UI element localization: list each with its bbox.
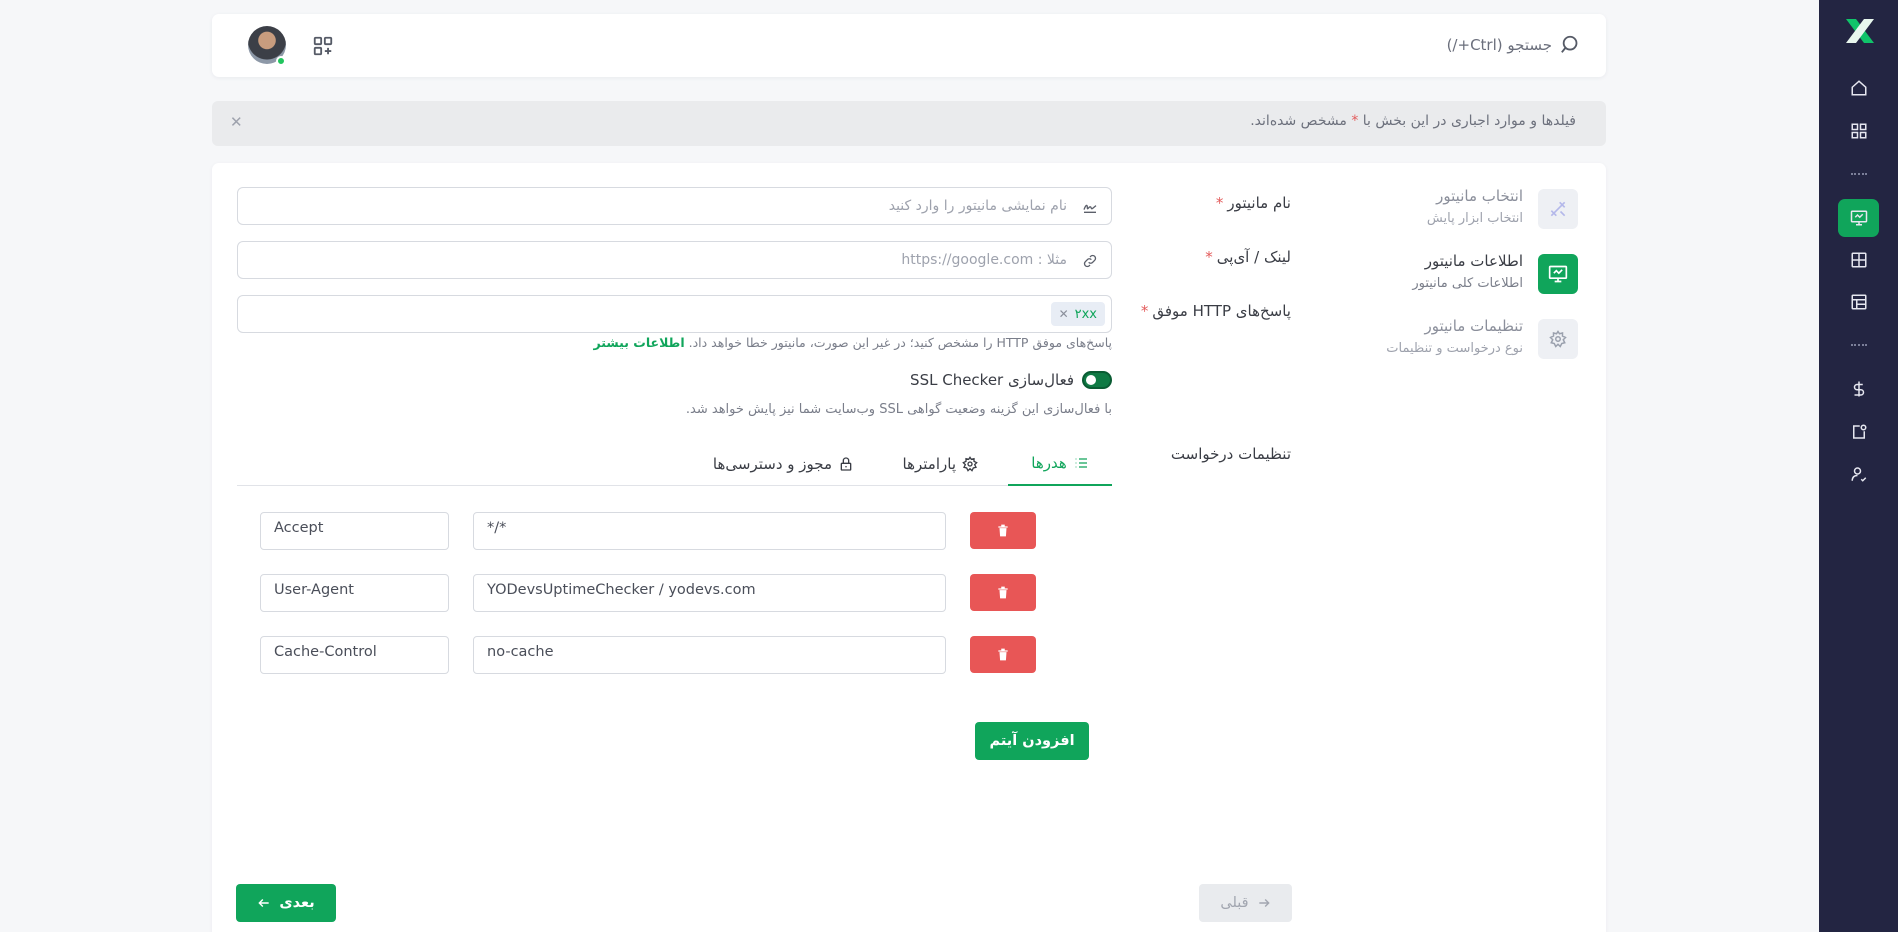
monitor-name-label: نام مانیتور*	[1215, 194, 1291, 212]
arrow-right-icon	[1258, 899, 1270, 907]
delete-header-button[interactable]	[970, 636, 1036, 673]
monitor-name-placeholder: نام نمایشی مانیتور را وارد کنید	[888, 198, 1067, 214]
http-success-label: پاسخ‌های HTTP موفق*	[1140, 302, 1291, 320]
apps-icon[interactable]	[1838, 112, 1879, 150]
signature-icon	[1081, 198, 1099, 216]
dollar-icon[interactable]	[1838, 370, 1879, 408]
delete-header-button[interactable]	[970, 512, 1036, 549]
monitor-icon	[1538, 254, 1578, 294]
ssl-checker-label: فعال‌سازی SSL Checker	[910, 371, 1074, 389]
http-help-text: پاسخ‌های موفق HTTP را مشخص کنید؛ در غیر …	[593, 335, 1112, 350]
monitor-name-field[interactable]: نام نمایشی مانیتور را وارد کنید	[237, 187, 1112, 225]
sidebar-divider	[1851, 344, 1867, 346]
more-info-link[interactable]: اطلاعات بیشتر	[594, 335, 685, 350]
step-select-monitor[interactable]: انتخاب مانیتور انتخاب ابزار پایش	[1318, 187, 1578, 235]
trash-icon	[998, 524, 1008, 537]
url-field[interactable]: مثلا : https://google.com	[237, 241, 1112, 279]
http-success-field[interactable]: ۲xx ✕	[237, 295, 1112, 333]
add-item-button[interactable]: افزودن آیتم	[975, 722, 1089, 760]
sidebar-divider	[1851, 173, 1867, 175]
list-icon	[1075, 457, 1087, 468]
home-icon[interactable]	[1838, 69, 1879, 107]
step-monitor-settings[interactable]: تنظیمات مانیتور نوع درخواست و تنظیمات	[1318, 317, 1578, 365]
logo-icon[interactable]	[1843, 16, 1877, 46]
step-monitor-info[interactable]: اطلاعات مانیتور اطلاعات کلی مانیتور	[1318, 252, 1578, 300]
header-value-input[interactable]: no-cache	[473, 636, 946, 674]
next-button[interactable]: بعدی	[236, 884, 336, 922]
arrow-left-icon	[258, 899, 270, 907]
trash-icon	[998, 586, 1008, 599]
ssl-help-text: با فعال‌سازی این گزینه وضعیت گواهی SSL و…	[685, 402, 1112, 417]
add-app-icon[interactable]	[310, 33, 336, 59]
request-tabs: هدرها پارامترها مجوز و دسترسی‌ها	[237, 441, 1112, 486]
chip-remove-icon[interactable]: ✕	[1059, 307, 1069, 321]
step-title: تنظیمات مانیتور	[1424, 317, 1524, 335]
url-label: لینک / آی‌پی*	[1205, 248, 1291, 266]
layout-icon[interactable]	[1838, 283, 1879, 321]
header-row: User-Agent YODevsUptimeChecker / yodevs.…	[260, 574, 1040, 612]
top-bar: جستجو (Ctrl+/)	[212, 14, 1606, 77]
previous-button[interactable]: قبلی	[1199, 884, 1292, 922]
user-check-icon[interactable]	[1838, 455, 1879, 493]
url-placeholder: مثلا : https://google.com	[901, 252, 1067, 268]
close-icon[interactable]: ✕	[230, 113, 243, 131]
required-fields-alert: فیلدها و موارد اجباری در این بخش با * مش…	[212, 101, 1606, 146]
tools-icon	[1538, 189, 1578, 229]
gear-icon	[1538, 319, 1578, 359]
step-title: اطلاعات مانیتور	[1424, 252, 1523, 270]
header-row: Accept */*	[260, 512, 1040, 550]
monitor-form-card: انتخاب مانیتور انتخاب ابزار پایش اطلاعات…	[212, 163, 1606, 932]
header-key-input[interactable]: User-Agent	[260, 574, 449, 612]
step-subtitle: نوع درخواست و تنظیمات	[1386, 341, 1523, 356]
step-title: انتخاب مانیتور	[1436, 187, 1523, 205]
tab-parameters[interactable]: پارامترها	[885, 441, 996, 486]
trash-icon	[998, 648, 1008, 661]
link-icon	[1081, 252, 1099, 270]
step-subtitle: اطلاعات کلی مانیتور	[1412, 276, 1523, 291]
search-bar[interactable]: جستجو (Ctrl+/)	[1447, 32, 1582, 58]
header-row: Cache-Control no-cache	[260, 636, 1040, 674]
monitor-icon[interactable]	[1838, 199, 1879, 237]
delete-header-button[interactable]	[970, 574, 1036, 611]
http-code-chip[interactable]: ۲xx ✕	[1050, 302, 1105, 326]
header-key-input[interactable]: Cache-Control	[260, 636, 449, 674]
tab-headers[interactable]: هدرها	[1008, 441, 1112, 486]
online-status-dot	[276, 56, 286, 66]
search-placeholder: جستجو (Ctrl+/)	[1446, 36, 1552, 54]
table-icon[interactable]	[1838, 241, 1879, 279]
header-value-input[interactable]: */*	[473, 512, 946, 550]
notification-square-icon[interactable]	[1838, 413, 1879, 451]
lock-icon	[840, 456, 852, 471]
sidebar	[1819, 0, 1898, 932]
step-subtitle: انتخاب ابزار پایش	[1426, 211, 1523, 226]
ssl-checker-row: فعال‌سازی SSL Checker	[910, 371, 1112, 389]
request-settings-label: تنظیمات درخواست	[1170, 445, 1291, 463]
gear-icon	[962, 455, 978, 472]
alert-text: فیلدها و موارد اجباری در این بخش با * مش…	[1250, 113, 1576, 129]
search-icon	[1561, 35, 1578, 53]
ssl-checker-toggle[interactable]	[1082, 371, 1112, 389]
header-key-input[interactable]: Accept	[260, 512, 449, 550]
tab-authorization[interactable]: مجوز و دسترسی‌ها	[695, 441, 872, 486]
header-value-input[interactable]: YODevsUptimeChecker / yodevs.com	[473, 574, 946, 612]
